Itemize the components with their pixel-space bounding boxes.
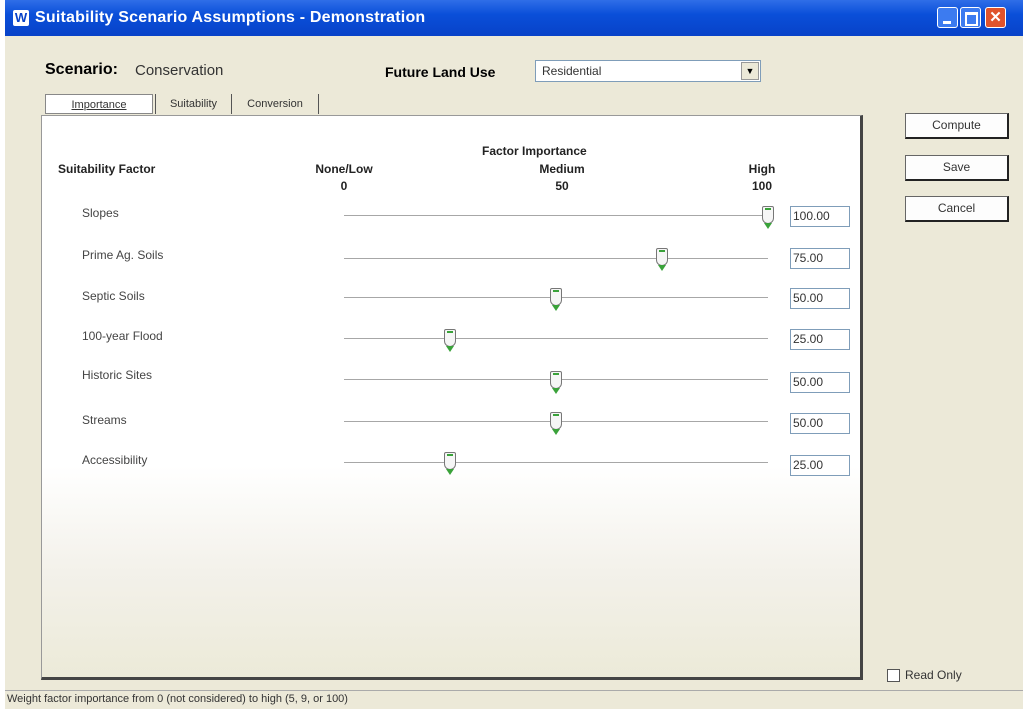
scale-high-label: High <box>748 162 776 176</box>
slider-thumb[interactable] <box>444 329 456 352</box>
slider-thumb[interactable] <box>656 248 668 271</box>
status-text: Weight factor importance from 0 (not con… <box>7 693 348 705</box>
slider-thumb[interactable] <box>550 371 562 394</box>
compute-button[interactable]: Compute <box>905 113 1009 139</box>
factor-value-input[interactable]: 25.00 <box>790 329 850 350</box>
slider-track[interactable] <box>344 215 768 217</box>
slider-thumb[interactable] <box>550 288 562 311</box>
scale-medium-label: Medium <box>539 162 585 176</box>
scale-low-label: None/Low <box>315 162 373 176</box>
scale-high-value: 100 <box>751 179 773 193</box>
scenario-value: Conservation <box>135 62 224 79</box>
slider-thumb[interactable] <box>550 412 562 435</box>
chevron-down-icon[interactable]: ▼ <box>741 62 759 80</box>
future-land-use-label: Future Land Use <box>385 64 496 80</box>
scale-low-value: 0 <box>340 179 348 193</box>
save-button[interactable]: Save <box>905 155 1009 181</box>
tab-conversion[interactable]: Conversion <box>231 94 319 114</box>
tab-importance-label: Importance <box>71 99 127 111</box>
slider-thumb[interactable] <box>444 452 456 475</box>
close-button[interactable]: ✕ <box>985 7 1006 28</box>
slider-track[interactable] <box>344 462 768 464</box>
factor-label: Prime Ag. Soils <box>82 248 164 262</box>
maximize-button[interactable] <box>960 7 981 28</box>
tab-suitability[interactable]: Suitability <box>155 94 231 114</box>
factor-value-input[interactable]: 100.00 <box>790 206 850 227</box>
close-icon: ✕ <box>989 9 1002 26</box>
factor-label: 100-year Flood <box>82 329 163 343</box>
slider-track[interactable] <box>344 258 768 260</box>
scale-medium-value: 50 <box>555 179 569 193</box>
future-land-use-value: Residential <box>542 64 602 78</box>
scenario-label: Scenario: <box>45 61 118 78</box>
tab-importance[interactable]: Importance <box>45 94 153 114</box>
factor-value-input[interactable]: 75.00 <box>790 248 850 269</box>
suitability-factor-header: Suitability Factor <box>58 162 156 176</box>
cancel-button[interactable]: Cancel <box>905 196 1009 222</box>
app-window: W Suitability Scenario Assumptions - Dem… <box>5 0 1023 709</box>
status-bar: Weight factor importance from 0 (not con… <box>5 690 1023 709</box>
factor-label: Slopes <box>82 206 119 220</box>
app-icon: W <box>13 10 29 26</box>
factor-label: Historic Sites <box>82 368 153 382</box>
read-only-label: Read Only <box>905 668 962 682</box>
slider-thumb[interactable] <box>762 206 774 229</box>
title-bar[interactable]: W Suitability Scenario Assumptions - Dem… <box>5 0 1023 36</box>
minimize-button[interactable] <box>937 7 958 28</box>
factor-value-input[interactable]: 50.00 <box>790 372 850 393</box>
factor-value-input[interactable]: 50.00 <box>790 288 850 309</box>
read-only-checkbox[interactable] <box>887 669 900 682</box>
factor-value-input[interactable]: 50.00 <box>790 413 850 434</box>
slider-track[interactable] <box>344 338 768 340</box>
factor-label: Septic Soils <box>82 289 145 303</box>
window-title: Suitability Scenario Assumptions - Demon… <box>35 9 426 26</box>
future-land-use-select[interactable]: Residential ▼ <box>535 60 761 82</box>
factor-label: Streams <box>82 413 127 427</box>
importance-panel: Suitability Factor Factor Importance Non… <box>41 115 863 680</box>
factor-importance-header: Factor Importance <box>482 144 587 158</box>
factor-value-input[interactable]: 25.00 <box>790 455 850 476</box>
factor-label: Accessibility <box>82 453 148 467</box>
